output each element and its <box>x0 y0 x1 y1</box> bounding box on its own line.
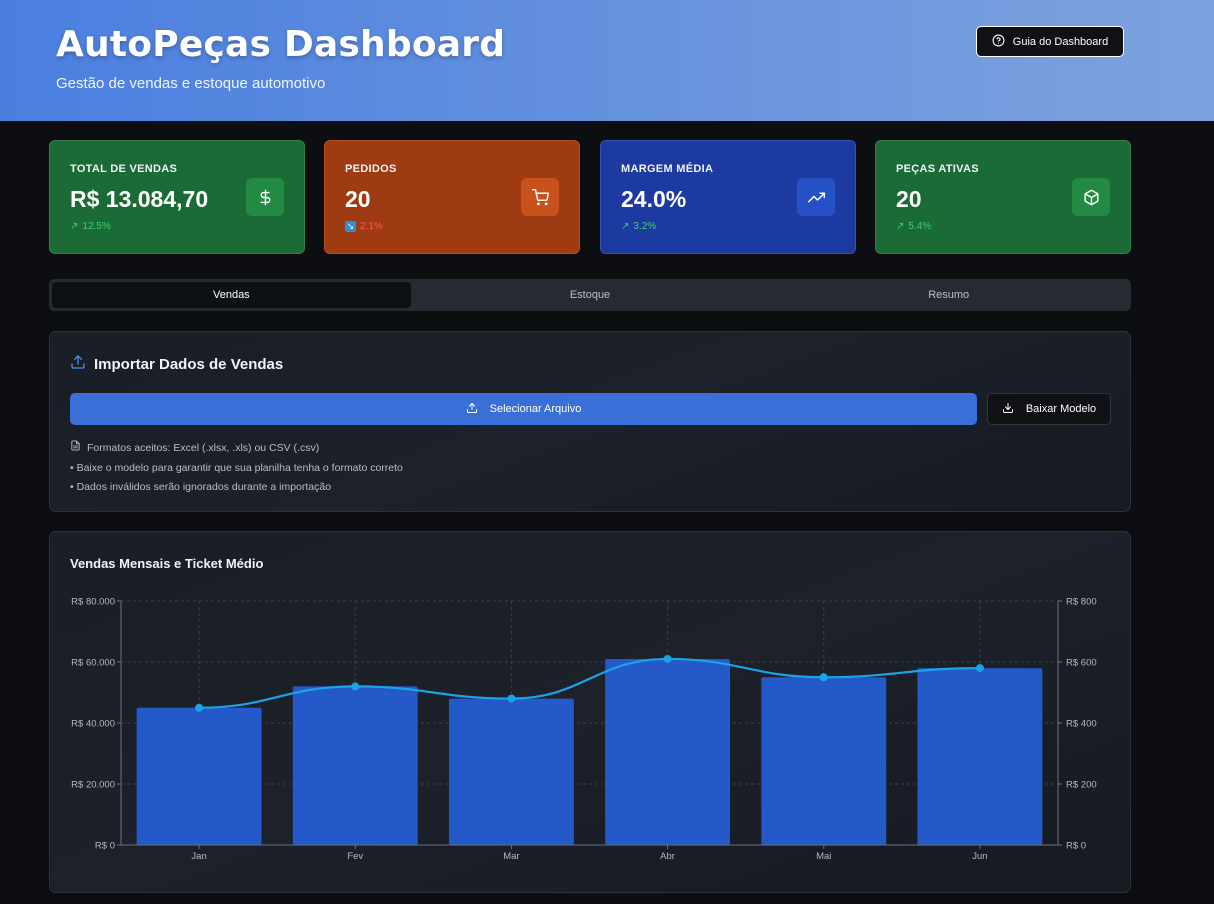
file-text-icon <box>70 439 81 459</box>
bar-jan <box>136 707 262 845</box>
kpi-delta: ↗ 12.5% <box>70 221 111 232</box>
tab-vendas[interactable]: Vendas <box>52 282 411 308</box>
y-tick-label-left: R$ 80.000 <box>71 597 115 608</box>
select-file-button[interactable]: Selecionar Arquivo <box>70 393 977 425</box>
kpi-title: TOTAL DE VENDAS <box>70 163 178 175</box>
tab-estoque[interactable]: Estoque <box>411 282 770 308</box>
x-tick-label: Fev <box>347 851 363 862</box>
dashboard-guide-button[interactable]: Guia do Dashboard <box>976 26 1124 57</box>
upload-icon <box>70 354 86 374</box>
kpi-title: PEÇAS ATIVAS <box>896 163 979 175</box>
help-circle-icon <box>992 34 1005 50</box>
sales-chart: R$ 0 R$ 0 R$ 20.000 R$ 200 R$ 40.000 R$ 400 R$… <box>71 597 1097 863</box>
kpi-delta-value: 12.5% <box>82 221 111 232</box>
kpi-title: MARGEM MÉDIA <box>621 163 714 175</box>
trend-up-arrow-icon: ↗ <box>70 221 79 232</box>
y-tick-label-right: R$ 800 <box>1066 597 1097 608</box>
trend-up-arrow-icon: ↗ <box>896 221 905 232</box>
download-icon <box>1002 402 1014 417</box>
import-title: Importar Dados de Vendas <box>70 354 283 374</box>
ticket-point-jan <box>195 703 204 712</box>
ticket-point-fev <box>351 682 360 691</box>
dollar-icon <box>246 178 284 216</box>
x-tick-label: Mai <box>816 851 831 862</box>
ticket-point-mai <box>819 673 828 682</box>
x-tick-label: Jun <box>972 851 987 862</box>
package-icon <box>1072 178 1110 216</box>
y-tick-label-right: R$ 200 <box>1066 780 1097 791</box>
kpi-title: PEDIDOS <box>345 163 397 175</box>
ticket-point-mar <box>507 694 516 703</box>
bar-mar <box>448 698 574 845</box>
kpi-card-active-parts: PEÇAS ATIVAS 20 ↗ 5.4% <box>875 140 1131 254</box>
dashboard-guide-label: Guia do Dashboard <box>1012 35 1109 48</box>
trend-up-arrow-icon: ↗ <box>621 221 630 232</box>
select-file-label: Selecionar Arquivo <box>489 403 582 415</box>
download-template-button[interactable]: Baixar Modelo <box>987 393 1111 425</box>
y-tick-label-left: R$ 60.000 <box>71 658 115 669</box>
kpi-delta: ↗ 3.2% <box>621 221 656 232</box>
import-title-text: Importar Dados de Vendas <box>94 355 284 373</box>
kpi-card-avg-margin: MARGEM MÉDIA 24.0% ↗ 3.2% <box>600 140 856 254</box>
y-tick-label-left: R$ 0 <box>95 841 115 852</box>
info-template-tip: • Baixe o modelo para garantir que sua p… <box>70 461 403 474</box>
kpi-delta: ↗ 5.4% <box>896 221 931 232</box>
kpi-delta-value: 2.1% <box>360 221 383 232</box>
info-formats: Formatos aceitos: Excel (.xlsx, .xls) ou… <box>70 439 403 459</box>
ticket-point-abr <box>663 654 672 663</box>
kpi-value: 24.0% <box>621 186 687 212</box>
x-tick-label: Jan <box>191 851 206 862</box>
y-tick-label-right: R$ 400 <box>1066 719 1097 730</box>
y-tick-label-right: R$ 0 <box>1066 841 1086 852</box>
x-tick-label: Mar <box>503 851 519 862</box>
cart-icon <box>521 178 559 216</box>
kpi-value: 20 <box>345 186 371 212</box>
kpi-delta: ↘ 2.1% <box>345 221 383 232</box>
kpi-delta-value: 5.4% <box>908 221 932 232</box>
dashboard-header: AutoPeças Dashboard Gestão de vendas e e… <box>0 0 1214 121</box>
sales-chart-panel: Vendas Mensais e Ticket Médio R$ 0 R$ 0 R$… <box>49 531 1131 893</box>
kpi-card-orders: PEDIDOS 20 ↘ 2.1% <box>324 140 580 254</box>
trend-down-arrow-icon: ↘ <box>345 221 356 232</box>
import-info: Formatos aceitos: Excel (.xlsx, .xls) ou… <box>70 439 403 498</box>
trending-up-icon <box>797 178 835 216</box>
import-panel: Importar Dados de Vendas Selecionar Arqu… <box>49 331 1131 512</box>
bar-fev <box>292 686 418 845</box>
kpi-card-total-sales: TOTAL DE VENDAS R$ 13.084,70 ↗ 12.5% <box>49 140 305 254</box>
y-tick-label-left: R$ 20.000 <box>71 780 115 791</box>
tab-resumo[interactable]: Resumo <box>769 282 1128 308</box>
bar-mai <box>761 677 887 845</box>
tab-bar: Vendas Estoque Resumo <box>49 279 1131 311</box>
kpi-delta-value: 3.2% <box>633 221 657 232</box>
bar-abr <box>605 658 731 845</box>
bar-jun <box>917 668 1043 845</box>
ticket-point-jun <box>975 664 984 673</box>
kpi-value: R$ 13.084,70 <box>70 186 209 212</box>
download-template-label: Baixar Modelo <box>1025 403 1097 415</box>
info-invalid-data: • Dados inválidos serão ignorados durant… <box>70 481 332 493</box>
y-tick-label-right: R$ 600 <box>1066 658 1097 669</box>
page-subtitle: Gestão de vendas e estoque automotivo <box>56 75 326 92</box>
upload-icon <box>466 402 478 417</box>
page-title: AutoPeças Dashboard <box>56 24 506 65</box>
info-formats-text: Formatos aceitos: Excel (.xlsx, .xls) ou… <box>87 442 320 454</box>
y-tick-label-left: R$ 40.000 <box>71 719 115 730</box>
kpi-value: 20 <box>896 186 922 212</box>
x-tick-label: Abr <box>660 851 675 862</box>
